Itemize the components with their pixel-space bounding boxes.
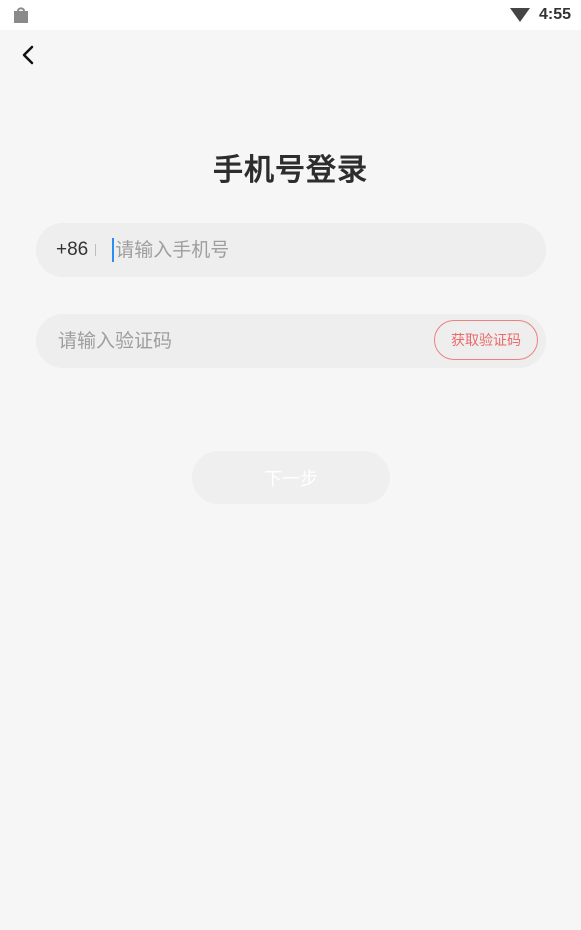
text-caret [112, 238, 115, 262]
wifi-icon [509, 8, 530, 22]
status-right-group: 4:55 [509, 5, 571, 25]
status-bar: 4:55 [0, 0, 581, 30]
shopping-bag-icon [14, 7, 28, 23]
back-button[interactable] [12, 38, 46, 72]
phone-input[interactable] [115, 239, 416, 261]
verification-code-input[interactable] [58, 330, 358, 352]
verification-field: 获取验证码 [36, 314, 546, 368]
country-code-divider [95, 244, 97, 256]
chevron-left-icon [22, 45, 34, 65]
status-time: 4:55 [538, 6, 571, 23]
get-code-button[interactable]: 获取验证码 [434, 320, 538, 360]
country-code[interactable]: +86 [56, 239, 88, 261]
page-title: 手机号登录 [213, 153, 368, 188]
phone-field: +86 [36, 223, 546, 277]
next-button[interactable]: 下一步 [192, 451, 390, 504]
